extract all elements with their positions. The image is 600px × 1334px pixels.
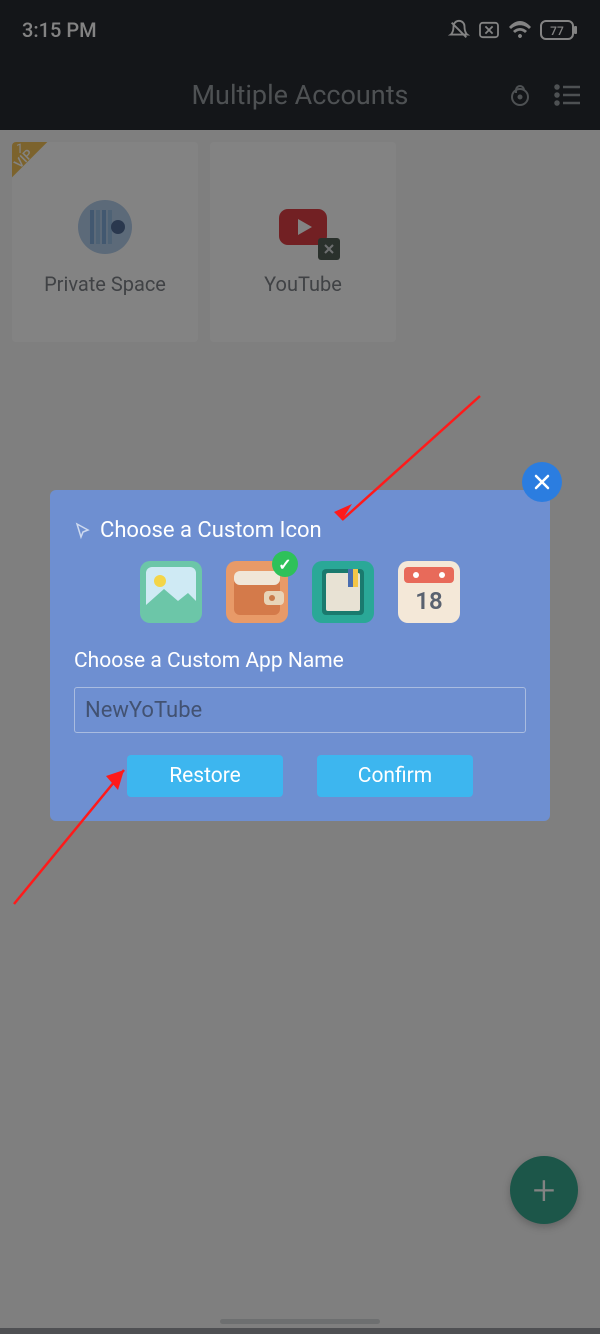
icon-option-wallet[interactable]: ✓	[226, 561, 288, 623]
dialog-title: Choose a Custom Icon	[74, 518, 526, 543]
modal-overlay: Choose a Custom Icon ✓ 18 Choose a Custo…	[0, 0, 600, 1334]
icon-option-gallery[interactable]	[140, 561, 202, 623]
cursor-icon	[74, 522, 92, 540]
app-name-input[interactable]	[74, 687, 526, 733]
check-icon: ✓	[272, 551, 298, 577]
icon-option-book[interactable]	[312, 561, 374, 623]
close-icon	[533, 473, 551, 491]
dialog-subtitle: Choose a Custom App Name	[74, 649, 526, 673]
custom-icon-dialog: Choose a Custom Icon ✓ 18 Choose a Custo…	[50, 490, 550, 821]
confirm-button[interactable]: Confirm	[317, 755, 473, 797]
close-button[interactable]	[522, 462, 562, 502]
restore-button[interactable]: Restore	[127, 755, 283, 797]
icon-option-calendar[interactable]: 18	[398, 561, 460, 623]
icon-options: ✓ 18	[74, 561, 526, 623]
svg-text:18: 18	[415, 587, 442, 615]
